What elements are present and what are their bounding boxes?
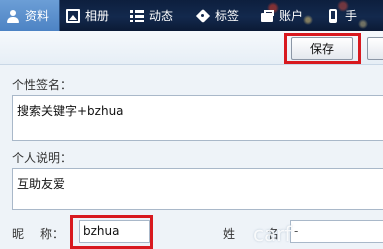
briefcase-icon xyxy=(260,9,274,23)
description-field[interactable]: 互助友爱 xyxy=(12,168,383,210)
secondary-button[interactable] xyxy=(367,37,383,60)
profile-editor-window: 资料 相册 动态 标签 账户 手 保存 个性签名： 搜索关键字+bzhua 个人… xyxy=(0,0,383,249)
surname-label: 姓 xyxy=(223,227,236,241)
tab-activity-label: 动态 xyxy=(149,9,174,23)
tag-icon xyxy=(196,9,210,23)
firstname-field[interactable]: - xyxy=(290,220,383,243)
signature-field[interactable]: 搜索关键字+bzhua xyxy=(12,95,383,141)
tab-account-label: 账户 xyxy=(279,9,304,23)
tab-mobile-label: 手 xyxy=(345,9,358,23)
tab-activity[interactable]: 动态 xyxy=(124,0,190,31)
description-label: 个人说明： xyxy=(12,151,73,165)
tab-bar: 资料 相册 动态 标签 账户 手 xyxy=(0,0,383,31)
name-label: 名 xyxy=(267,227,280,241)
nickname-label-part-2: 称： xyxy=(40,227,65,241)
tab-account[interactable]: 账户 xyxy=(254,0,320,31)
signature-label: 个性签名： xyxy=(12,78,73,92)
phone-icon xyxy=(326,8,340,23)
tab-tags-label: 标签 xyxy=(215,9,240,23)
person-icon xyxy=(6,9,20,23)
tab-profile[interactable]: 资料 xyxy=(0,0,60,31)
nickname-label: 昵 称： xyxy=(12,225,64,242)
tab-profile-label: 资料 xyxy=(25,9,50,23)
save-button[interactable]: 保存 xyxy=(291,37,353,60)
list-icon xyxy=(130,9,144,23)
nickname-field[interactable]: bzhua xyxy=(79,220,150,243)
tab-album[interactable]: 相册 xyxy=(60,0,124,31)
tab-album-label: 相册 xyxy=(85,9,110,23)
tab-mobile[interactable]: 手 xyxy=(320,0,383,31)
nickname-label-part-1: 昵 xyxy=(12,227,25,241)
tab-tags[interactable]: 标签 xyxy=(190,0,254,31)
photo-icon xyxy=(66,8,80,23)
